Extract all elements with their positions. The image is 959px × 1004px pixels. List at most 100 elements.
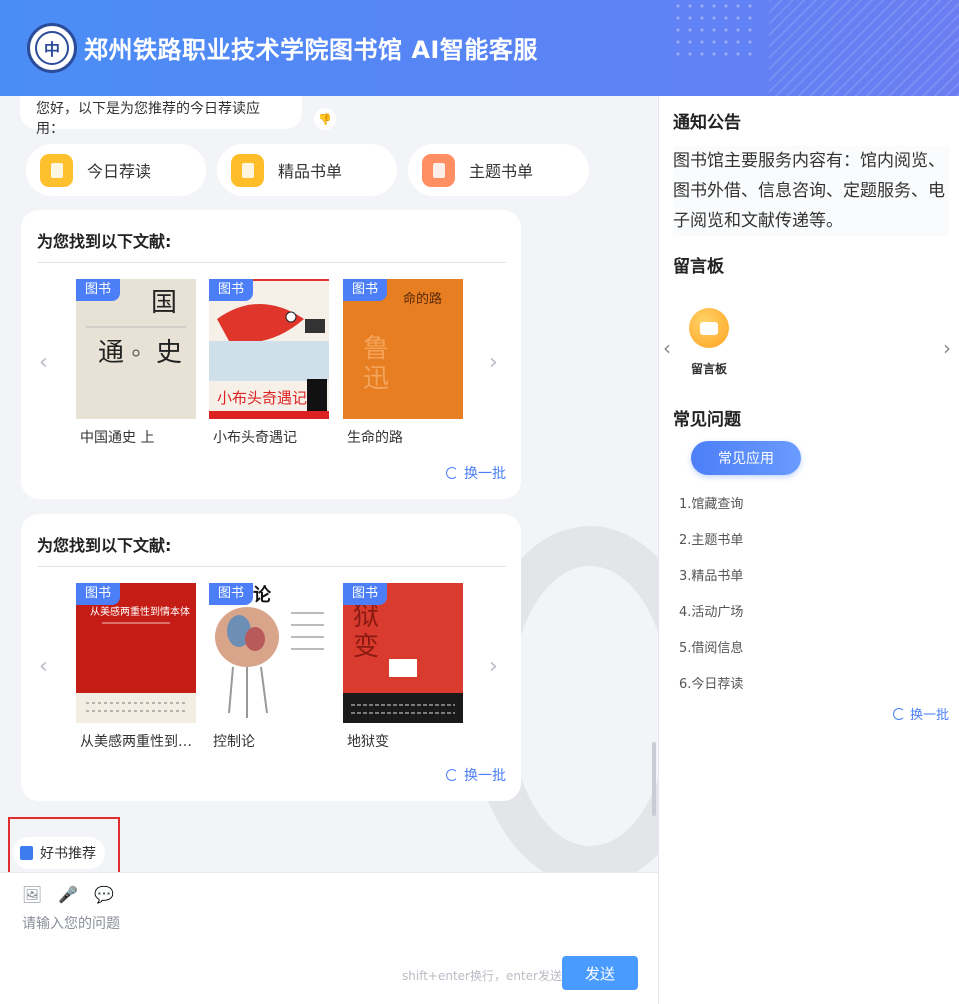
refresh-batch-button[interactable]: 换一批 — [446, 765, 506, 785]
app-header: 中 郑州铁路职业技术学院图书馆 AI智能客服 — [0, 0, 959, 96]
svg-text:从美感两重性到情本体: 从美感两重性到情本体 — [90, 605, 190, 618]
book-cover[interactable]: 小布头奇遇记 图书 — [209, 279, 329, 419]
message-board-heading: 留言板 — [673, 257, 724, 277]
quick-action-label: 精品书单 — [278, 162, 343, 181]
send-button[interactable]: 发送 — [562, 956, 638, 990]
faq-item[interactable]: 6.今日荐读 — [679, 673, 743, 692]
faq-item[interactable]: 4.活动广场 — [679, 601, 743, 620]
refresh-icon — [446, 769, 458, 781]
faq-apps-button[interactable]: 常见应用 — [691, 441, 801, 475]
chevron-left-icon[interactable]: ‹ — [663, 336, 671, 360]
book-item[interactable]: 命的路 鲁 迅 图书 生命的路 — [343, 279, 463, 447]
message-board-label[interactable]: 留言板 — [691, 360, 727, 377]
greeting-text: 您好，以下是为您推荐的今日荐读应用： — [36, 101, 260, 137]
theme-list-icon — [422, 153, 455, 187]
book-title[interactable]: 从美感两重性到情本体 — [76, 731, 196, 751]
quick-action-today-reading[interactable]: 今日荐读 — [26, 144, 206, 196]
book-cover[interactable]: 狱 变 图书 — [343, 583, 463, 723]
app-title: 郑州铁路职业技术学院图书馆 AI智能客服 — [84, 36, 538, 64]
recommend-books-label: 好书推荐 — [40, 846, 96, 862]
message-input-area: 🖼 🎤 💬 请输入您的问题 shift+enter换行，enter发送 发送 — [0, 872, 658, 1004]
faq-item[interactable]: 1.馆藏查询 — [679, 493, 743, 512]
refresh-label: 换一批 — [464, 768, 506, 784]
refresh-label: 换一批 — [910, 708, 950, 723]
card-title: 为您找到以下文献: — [37, 536, 172, 555]
svg-text:鲁: 鲁 — [363, 334, 389, 364]
header-dots-decoration — [672, 0, 752, 60]
faq-heading: 常见问题 — [673, 410, 741, 430]
book-cover[interactable]: 国 通 史 图书 — [76, 279, 196, 419]
book-item[interactable]: 国 通 史 图书 中国通史 上 — [76, 279, 196, 447]
book-item[interactable]: 论 图书 控制论 — [209, 583, 329, 751]
refresh-batch-button[interactable]: 换一批 — [446, 463, 506, 483]
book-cover[interactable]: 从美感两重性到情本体 图书 — [76, 583, 196, 723]
chevron-left-icon[interactable]: ‹ — [39, 654, 48, 679]
book-type-tag: 图书 — [343, 583, 387, 605]
thumbs-down-icon[interactable]: 👎 — [314, 108, 336, 130]
book-title[interactable]: 控制论 — [209, 731, 329, 751]
faq-item[interactable]: 2.主题书单 — [679, 529, 743, 548]
card-divider — [37, 262, 506, 263]
quick-action-label: 主题书单 — [469, 162, 534, 181]
faq-refresh-button[interactable]: 换一批 — [893, 704, 949, 723]
svg-text:史: 史 — [156, 338, 182, 368]
book-result-card: 为您找到以下文献: ‹ › 国 通 史 图书 中国通史 上 小布头奇遇记 图书 … — [21, 210, 521, 499]
svg-text:通: 通 — [98, 338, 124, 368]
quick-action-theme-list[interactable]: 主题书单 — [408, 144, 589, 196]
book-type-tag: 图书 — [76, 279, 120, 301]
book-icon — [20, 846, 33, 860]
card-divider — [37, 566, 506, 567]
image-icon[interactable]: 🖼 — [22, 885, 42, 904]
book-title[interactable]: 生命的路 — [343, 427, 463, 447]
chat-bubble-icon[interactable]: 💬 — [94, 885, 114, 904]
quick-action-featured-list[interactable]: 精品书单 — [217, 144, 397, 196]
message-input[interactable]: 请输入您的问题 — [22, 913, 120, 933]
today-reading-icon — [40, 153, 73, 187]
chevron-left-icon[interactable]: ‹ — [39, 350, 48, 375]
card-title: 为您找到以下文献: — [37, 232, 172, 251]
recommend-books-button[interactable]: 好书推荐 — [13, 837, 105, 869]
book-title[interactable]: 地狱变 — [343, 731, 463, 751]
shortcut-hint: shift+enter换行，enter发送 — [402, 969, 562, 983]
chat-scrollbar[interactable] — [652, 742, 656, 816]
book-item[interactable]: 从美感两重性到情本体 图书 从美感两重性到情本体 — [76, 583, 196, 751]
svg-text:论: 论 — [253, 584, 272, 606]
book-type-tag: 图书 — [209, 583, 253, 605]
logo-emblem: 中 — [35, 31, 69, 65]
featured-list-icon — [231, 153, 264, 187]
library-logo: 中 — [27, 23, 77, 73]
book-result-card: 为您找到以下文献: ‹ › 从美感两重性到情本体 图书 从美感两重性到情本体 — [21, 514, 521, 801]
book-type-tag: 图书 — [209, 279, 253, 301]
svg-text:国: 国 — [151, 288, 177, 318]
chevron-right-icon[interactable]: › — [489, 654, 498, 679]
book-type-tag: 图书 — [343, 279, 387, 301]
book-type-tag: 图书 — [76, 583, 120, 605]
input-toolbar: 🖼 🎤 💬 — [22, 885, 114, 904]
book-cover[interactable]: 论 图书 — [209, 583, 329, 723]
header-lines-decoration — [769, 0, 959, 96]
greeting-bubble: 您好，以下是为您推荐的今日荐读应用： — [20, 96, 302, 137]
notice-text: 图书馆主要服务内容有：馆内阅览、图书外借、信息咨询、定题服务、电子阅览和文献传递… — [673, 146, 949, 236]
book-item[interactable]: 狱 变 图书 地狱变 — [343, 583, 463, 751]
book-title[interactable]: 小布头奇遇记 — [209, 427, 329, 447]
svg-text:迅: 迅 — [363, 364, 389, 394]
quick-action-label: 今日荐读 — [87, 162, 152, 181]
svg-text:变: 变 — [353, 632, 379, 662]
faq-item[interactable]: 5.借阅信息 — [679, 637, 743, 656]
book-cover[interactable]: 命的路 鲁 迅 图书 — [343, 279, 463, 419]
notice-heading: 通知公告 — [673, 113, 741, 133]
svg-text:命的路: 命的路 — [403, 291, 442, 307]
chevron-right-icon[interactable]: › — [943, 336, 951, 360]
svg-text:小布头奇遇记: 小布头奇遇记 — [217, 389, 307, 407]
refresh-label: 换一批 — [464, 466, 506, 482]
message-board-icon[interactable] — [689, 308, 729, 348]
chat-area[interactable]: 您好，以下是为您推荐的今日荐读应用： 👎 今日荐读 精品书单 主题书单 为您找到… — [0, 96, 658, 872]
microphone-icon[interactable]: 🎤 — [58, 885, 78, 904]
book-title[interactable]: 中国通史 上 — [76, 427, 196, 447]
book-item[interactable]: 小布头奇遇记 图书 小布头奇遇记 — [209, 279, 329, 447]
faq-item[interactable]: 3.精品书单 — [679, 565, 743, 584]
refresh-icon — [446, 467, 458, 479]
chevron-right-icon[interactable]: › — [489, 350, 498, 375]
svg-text:狱: 狱 — [353, 602, 379, 632]
refresh-icon — [893, 707, 905, 720]
